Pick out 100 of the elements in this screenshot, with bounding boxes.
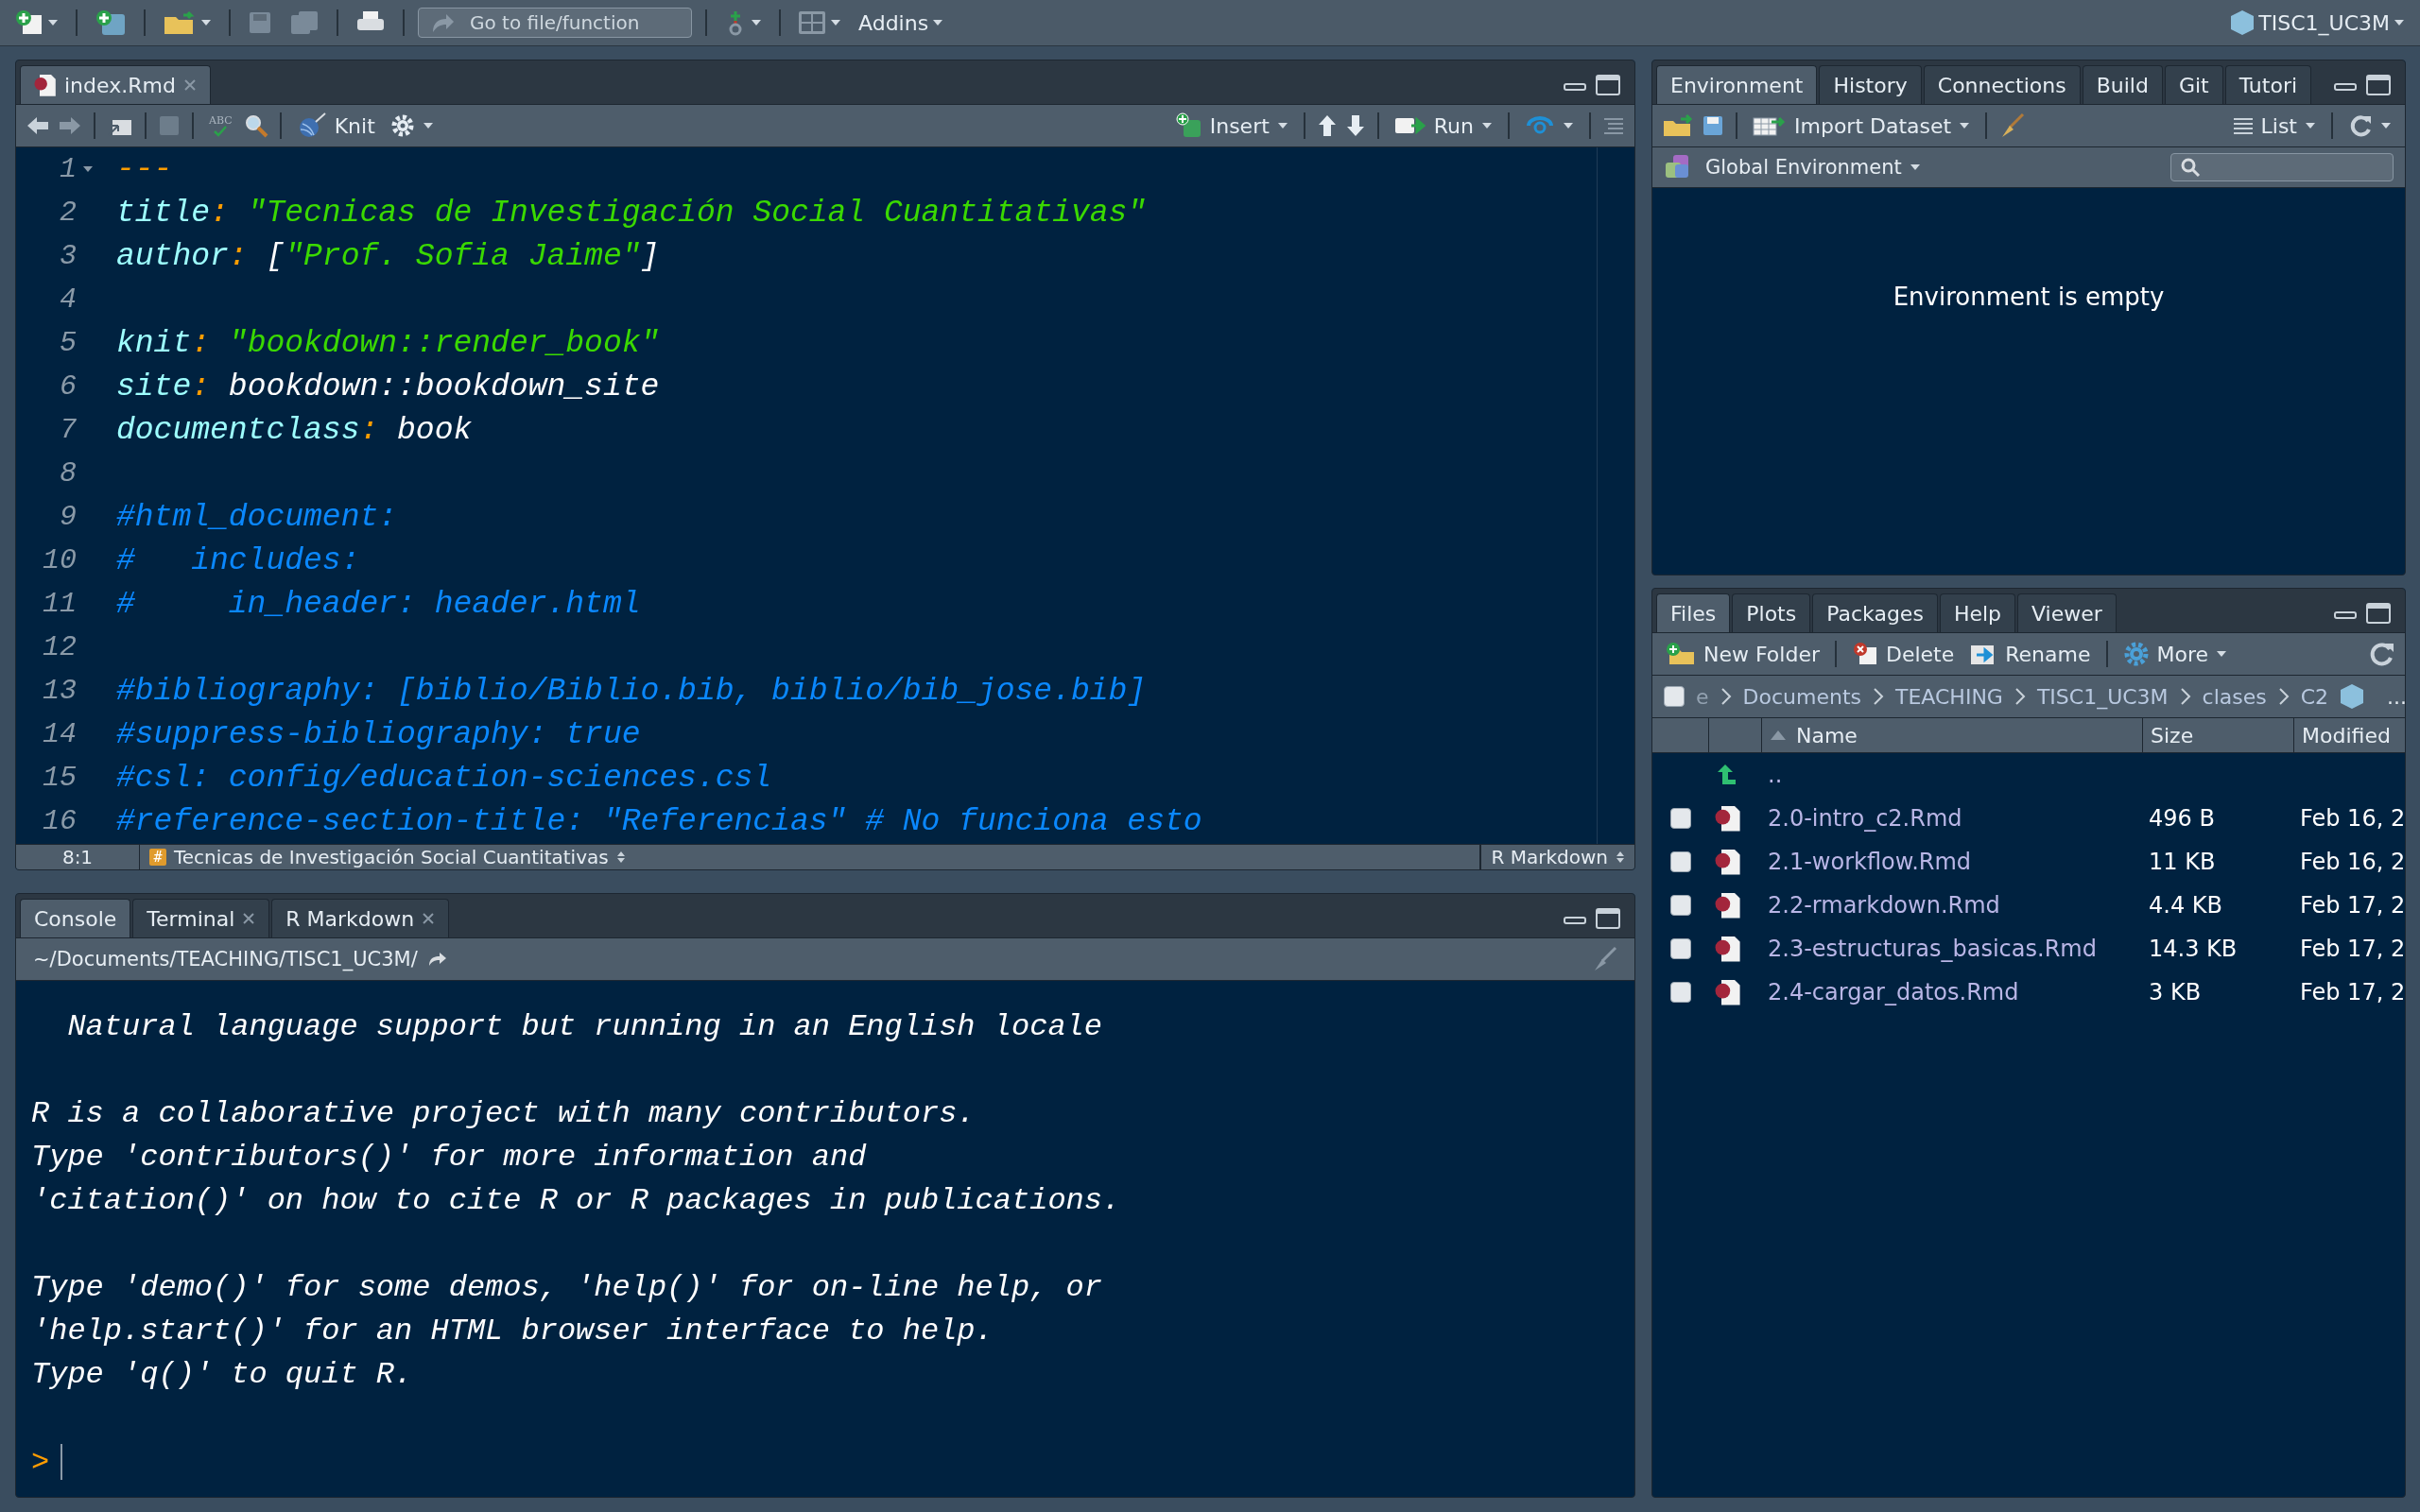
pane-tab[interactable]: R Markdown: [271, 899, 450, 937]
maximize-icon[interactable]: [1595, 74, 1621, 96]
caret-icon: [1563, 122, 1574, 129]
breadcrumb-link[interactable]: clases: [2202, 684, 2267, 709]
column-header[interactable]: Modified: [2294, 718, 2405, 753]
pane-tab[interactable]: Git: [2164, 65, 2223, 104]
parent-folder-link[interactable]: ..: [1768, 762, 1783, 788]
caret-icon: [2380, 122, 2392, 129]
caret-icon: [2305, 122, 2316, 129]
file-modified-date: Feb 17, 2: [2300, 892, 2405, 919]
breadcrumb-link[interactable]: C2: [2300, 684, 2329, 709]
insert-chunk-button[interactable]: Insert: [1171, 111, 1292, 141]
chevron-right-icon: [1720, 687, 1732, 706]
rmd-file-icon: [1715, 805, 1741, 832]
spellcheck-button[interactable]: ABC: [205, 112, 236, 139]
share-arrow-icon[interactable]: [426, 951, 448, 968]
pane-tab[interactable]: Connections: [1923, 65, 2081, 104]
addins-menu[interactable]: Addins: [855, 9, 948, 37]
maximize-icon[interactable]: [2365, 602, 2392, 625]
pane-tab[interactable]: Viewer: [2017, 593, 2117, 632]
pane-tab[interactable]: Terminal: [132, 899, 270, 937]
search-icon: [2180, 157, 2201, 178]
pane-tab[interactable]: Tutori: [2224, 65, 2312, 104]
go-to-file-field[interactable]: Go to file/function: [418, 8, 692, 38]
back-arrow-icon[interactable]: [26, 115, 50, 136]
close-icon[interactable]: [422, 912, 436, 925]
caret-icon: [751, 19, 762, 26]
save-icon: [248, 10, 272, 35]
file-link[interactable]: 2.3-estructuras_basicas.Rmd: [1768, 936, 2097, 962]
line-number: 10: [42, 544, 77, 576]
row-checkbox[interactable]: [1670, 895, 1691, 916]
more-menu[interactable]: More: [2118, 639, 2232, 669]
breadcrumb-link[interactable]: Documents: [1742, 684, 1861, 709]
maximize-icon[interactable]: [1595, 907, 1621, 930]
pane-tab[interactable]: index.Rmd: [20, 65, 211, 104]
row-checkbox[interactable]: [1670, 808, 1691, 829]
pane-tab[interactable]: Console: [20, 899, 131, 937]
pane-tab[interactable]: Files: [1656, 593, 1731, 632]
pane-tab[interactable]: Environment: [1656, 65, 1818, 104]
chevron-right-icon: [2179, 687, 2191, 706]
pane-tab[interactable]: Packages: [1812, 593, 1938, 632]
working-directory: ~/Documents/TEACHING/TISC1_UC3M/: [33, 948, 418, 971]
select-all-checkbox[interactable]: [1664, 686, 1685, 707]
caret-icon: [830, 19, 841, 26]
caret-icon: [1276, 122, 1288, 129]
search-icon[interactable]: [243, 113, 268, 138]
more-path-button[interactable]: ...: [2387, 684, 2405, 709]
view-mode-menu[interactable]: List: [2228, 112, 2320, 140]
column-header[interactable]: Name: [1762, 718, 2143, 753]
delete-button[interactable]: Delete: [1847, 640, 1959, 668]
environment-selector[interactable]: Global Environment: [1702, 154, 1925, 180]
delete-icon: [1851, 642, 1878, 666]
maximize-icon[interactable]: [2365, 74, 2392, 96]
table-icon: [1753, 114, 1787, 137]
rmd-file-icon: [1715, 979, 1741, 1005]
pane-tab[interactable]: Plots: [1732, 593, 1811, 632]
pane-tab[interactable]: History: [1819, 65, 1922, 104]
refresh-icon[interactable]: [2369, 641, 2395, 667]
caret-icon: [932, 19, 944, 26]
grid-icon: [798, 10, 826, 35]
cube-icon: [2340, 683, 2365, 710]
line-number: 2: [59, 197, 77, 229]
file-link[interactable]: 2.0-intro_c2.Rmd: [1768, 805, 1962, 832]
file-modified-date: Feb 17, 2: [2300, 979, 2405, 1005]
line-number: 8: [59, 457, 77, 490]
project-menu[interactable]: TISC1_UC3M: [2226, 8, 2409, 38]
file-type-selector[interactable]: R Markdown: [1480, 845, 1634, 869]
caret-icon: [200, 19, 212, 26]
close-icon[interactable]: [242, 912, 256, 925]
knit-button[interactable]: Knit: [292, 111, 379, 141]
caret-icon: [1959, 122, 1971, 129]
row-checkbox[interactable]: [1670, 851, 1691, 872]
search-field[interactable]: [2170, 153, 2394, 181]
run-button[interactable]: Run: [1390, 112, 1496, 140]
breadcrumb-link[interactable]: TEACHING: [1895, 684, 2003, 709]
save-icon[interactable]: [1702, 114, 1724, 137]
breadcrumb-link[interactable]: TISC1_UC3M: [2036, 684, 2169, 709]
pane-tab[interactable]: Help: [1939, 593, 2016, 632]
file-size: 11 KB: [2149, 849, 2216, 875]
pane-tab[interactable]: Build: [2082, 65, 2163, 104]
cube-icon: [2230, 9, 2256, 36]
up-arrow-icon[interactable]: [1316, 113, 1338, 138]
row-checkbox[interactable]: [1670, 938, 1691, 959]
new-folder-button[interactable]: New Folder: [1662, 640, 1824, 668]
down-arrow-icon[interactable]: [1344, 113, 1366, 138]
file-link[interactable]: 2.4-cargar_datos.Rmd: [1768, 979, 2019, 1005]
import-dataset-button[interactable]: Import Dataset: [1749, 112, 1975, 140]
section-selector[interactable]: # Tecnicas de Investigación Social Cuantitativas: [140, 845, 1481, 869]
code-line: author: ["Prof. Sofia Jaime"]: [116, 238, 660, 274]
file-link[interactable]: 2.2-rmarkdown.Rmd: [1768, 892, 2000, 919]
fold-icon[interactable]: [82, 164, 94, 174]
code-line: title: "Tecnicas de Investigación Social Cuantitativas": [116, 195, 1147, 231]
row-checkbox[interactable]: [1670, 982, 1691, 1003]
list-icon: [2232, 116, 2254, 135]
file-modified-date: Feb 16, 2: [2300, 805, 2405, 832]
column-header[interactable]: Size: [2143, 718, 2294, 753]
rename-button[interactable]: Rename: [1965, 640, 2095, 668]
folder-icon[interactable]: [1662, 113, 1694, 138]
file-link[interactable]: 2.1-workflow.Rmd: [1768, 849, 1972, 875]
caret-icon: [47, 19, 59, 26]
